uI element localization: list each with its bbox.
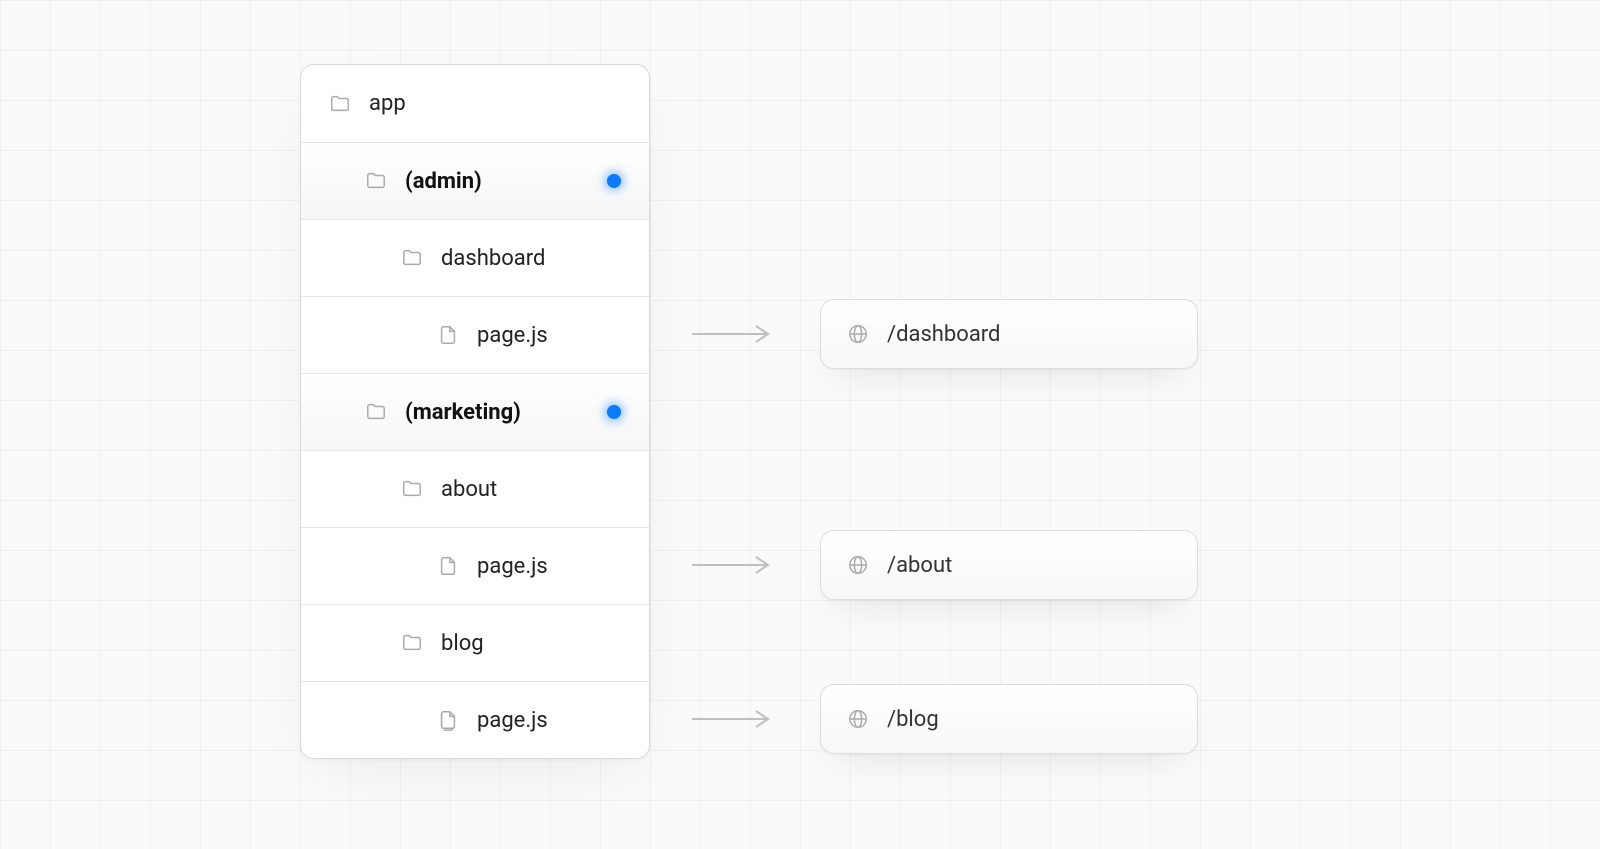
arrow-icon: [690, 322, 778, 346]
route-path: /dashboard: [887, 322, 1000, 347]
route-chip-blog: /blog: [820, 684, 1198, 754]
folder-icon: [401, 247, 423, 269]
globe-icon: [847, 708, 869, 730]
arrow-icon: [690, 553, 778, 577]
tree-label: (admin): [405, 169, 482, 194]
tree-label: app: [369, 91, 406, 116]
globe-icon: [847, 554, 869, 576]
route-group-indicator-dot: [607, 405, 621, 419]
tree-label: page.js: [477, 554, 548, 579]
file-tree-panel: app (admin) dashboard page.js (ma: [300, 64, 650, 759]
tree-label: dashboard: [441, 246, 545, 271]
file-icon: [437, 555, 459, 577]
tree-row-app: app: [301, 65, 649, 142]
tree-row-admin-group: (admin): [301, 142, 649, 219]
folder-icon: [401, 632, 423, 654]
tree-label: page.js: [477, 323, 548, 348]
folder-icon: [401, 478, 423, 500]
route-chip-dashboard: /dashboard: [820, 299, 1198, 369]
globe-icon: [847, 323, 869, 345]
diagram-canvas: app (admin) dashboard page.js (ma: [0, 0, 1600, 849]
file-icon: [437, 324, 459, 346]
file-icon: [437, 709, 459, 731]
route-group-indicator-dot: [607, 174, 621, 188]
tree-label: (marketing): [405, 400, 521, 425]
tree-row-dashboard-folder: dashboard: [301, 219, 649, 296]
folder-icon: [365, 401, 387, 423]
route-path: /blog: [887, 707, 939, 732]
route-path: /about: [887, 553, 952, 578]
tree-label: page.js: [477, 708, 548, 733]
arrow-icon: [690, 707, 778, 731]
route-chip-about: /about: [820, 530, 1198, 600]
folder-icon: [365, 170, 387, 192]
tree-row-blog-page: page.js: [301, 681, 649, 758]
folder-icon: [329, 93, 351, 115]
tree-label: blog: [441, 631, 484, 656]
tree-row-dashboard-page: page.js: [301, 296, 649, 373]
tree-row-about-folder: about: [301, 450, 649, 527]
tree-row-blog-folder: blog: [301, 604, 649, 681]
tree-label: about: [441, 477, 497, 502]
tree-row-marketing-group: (marketing): [301, 373, 649, 450]
tree-row-about-page: page.js: [301, 527, 649, 604]
